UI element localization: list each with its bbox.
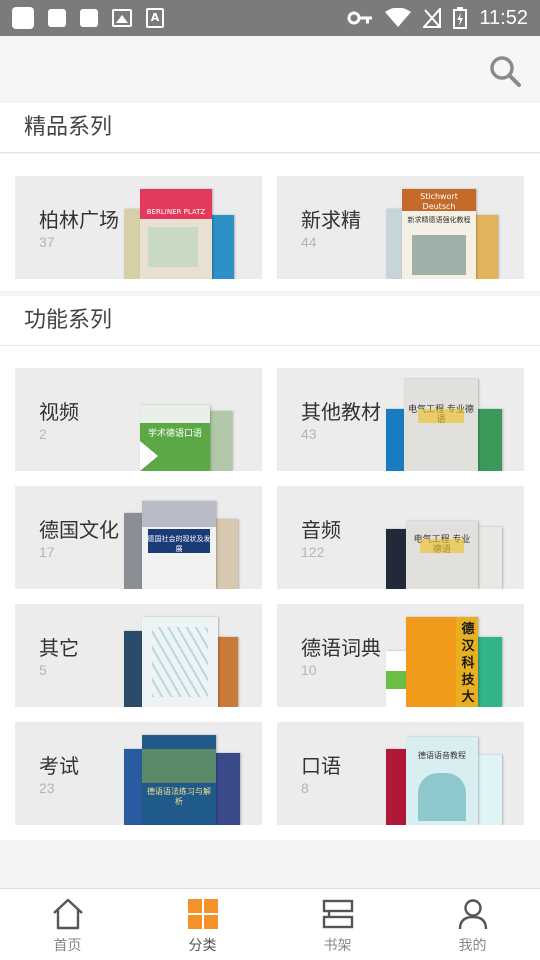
book-covers: Stichwort Deutsch 新求精德语强化教程: [386, 179, 504, 279]
card-count: 23: [39, 780, 55, 796]
cover-title: BERLINER PLATZ: [146, 208, 206, 216]
category-card-exam[interactable]: 考试 23 德语语法练习与解析: [15, 722, 262, 825]
card-count: 8: [301, 780, 309, 796]
bookshelf-icon: [322, 899, 353, 929]
book-covers: 德汉科技大词典: [386, 607, 504, 707]
notification-icon: [12, 7, 34, 29]
category-card-speaking[interactable]: 口语 8 德语语音教程: [277, 722, 524, 825]
book-covers: 德语语法练习与解析: [124, 725, 242, 825]
cover-title: 德汉科技大词典: [461, 622, 475, 705]
key-icon: [347, 11, 373, 25]
card-count: 2: [39, 426, 47, 442]
card-name: 其他教材: [301, 400, 381, 424]
grid-icon: [187, 899, 218, 929]
cover-title: 德国社会的现状及发展: [147, 535, 211, 553]
card-name: 德语词典: [301, 636, 381, 660]
font-icon: A: [146, 8, 164, 28]
book-covers: 德语语音教程: [386, 725, 504, 825]
card-count: 5: [39, 662, 47, 678]
tab-label: 分类: [188, 938, 217, 954]
card-count: 44: [301, 234, 317, 250]
card-name: 音频: [301, 518, 341, 542]
card-name: 柏林广场: [39, 208, 119, 232]
search-icon[interactable]: [488, 54, 522, 88]
book-covers: [124, 607, 242, 707]
image-icon: [112, 9, 132, 27]
cover-title: 德语语音教程: [418, 751, 466, 760]
category-card-video[interactable]: 视频 2 学术德语口语: [15, 368, 262, 471]
category-card-other-textbooks[interactable]: 其他教材 43 电气工程 专业德语: [277, 368, 524, 471]
wifi-icon: [385, 8, 412, 27]
clock: 11:52: [479, 6, 528, 29]
category-card-xinqiujing[interactable]: 新求精 44 Stichwort Deutsch 新求精德语强化教程: [277, 176, 524, 279]
card-count: 122: [301, 544, 325, 560]
book-covers: 电气工程 专业德语: [386, 489, 504, 589]
card-name: 德国文化: [39, 518, 119, 542]
category-card-german-culture[interactable]: 德国文化 17 德国社会的现状及发展: [15, 486, 262, 589]
signal-off-icon: [423, 8, 442, 28]
home-icon: [52, 898, 83, 930]
card-count: 17: [39, 544, 55, 560]
tab-label: 首页: [53, 938, 82, 954]
status-bar: A 11:52: [0, 0, 540, 36]
card-count: 43: [301, 426, 317, 442]
card-name: 口语: [301, 754, 341, 778]
card-name: 考试: [39, 754, 79, 778]
cover-title: Stichwort Deutsch: [420, 192, 458, 211]
book-covers: 学术德语口语: [124, 371, 242, 471]
section-title-premium: 精品系列: [0, 103, 540, 153]
book-covers: BERLINER PLATZ: [124, 179, 242, 279]
category-card-audio[interactable]: 音频 122 电气工程 专业德语: [277, 486, 524, 589]
section-title-function: 功能系列: [0, 296, 540, 346]
cover-subtitle: 新求精德语强化教程: [407, 216, 471, 224]
notification-icon: [80, 9, 98, 27]
user-icon: [458, 899, 487, 930]
cover-title: 学术德语口语: [147, 429, 202, 439]
book-covers: 德国社会的现状及发展: [124, 489, 242, 589]
tab-bookshelf[interactable]: 书架: [270, 889, 405, 960]
book-covers: 电气工程 专业德语: [386, 371, 504, 471]
card-name: 其它: [39, 636, 79, 660]
tab-label: 我的: [458, 938, 487, 954]
battery-charging-icon: [453, 7, 468, 29]
category-card-german-dictionary[interactable]: 德语词典 10 德汉科技大词典: [277, 604, 524, 707]
bottom-tab-bar: 首页 分类 书架 我的: [0, 888, 540, 960]
card-count: 37: [39, 234, 55, 250]
notification-icon: [48, 9, 66, 27]
tab-category[interactable]: 分类: [135, 889, 270, 960]
cover-title: 德语语法练习与解析: [147, 787, 211, 806]
card-count: 10: [301, 662, 317, 678]
card-name: 视频: [39, 400, 79, 424]
card-name: 新求精: [301, 208, 361, 232]
category-card-others[interactable]: 其它 5: [15, 604, 262, 707]
tab-profile[interactable]: 我的: [405, 889, 540, 960]
tab-home[interactable]: 首页: [0, 889, 135, 960]
app-header: [0, 36, 540, 102]
tab-label: 书架: [323, 938, 352, 954]
category-card-berlin[interactable]: 柏林广场 37 BERLINER PLATZ: [15, 176, 262, 279]
